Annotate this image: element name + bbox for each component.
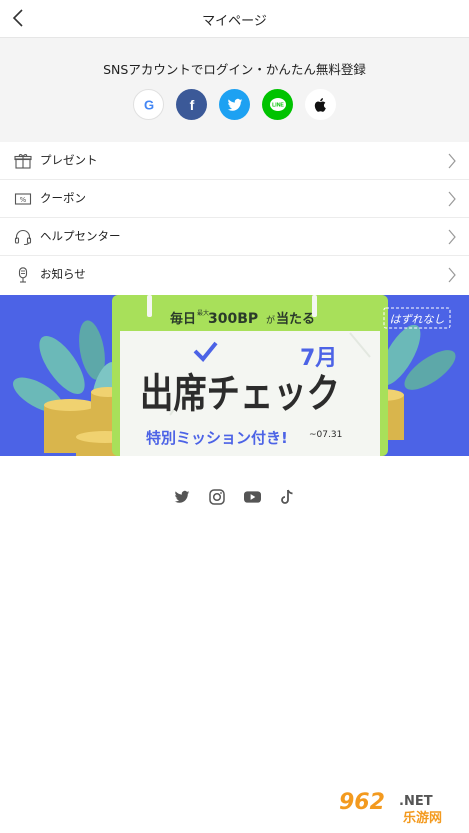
twitter-icon (227, 98, 242, 111)
instagram-icon (209, 488, 225, 505)
sns-login-section: SNSアカウントでログイン・かんたん無料登録 G f LINE (0, 38, 469, 142)
ataru-text: 当たる (276, 311, 315, 327)
apple-icon (314, 97, 326, 112)
reward-amount: 300BP (208, 311, 258, 327)
menu-item-help-center[interactable]: ヘルプセンター (0, 218, 469, 256)
tiktok-link[interactable] (279, 488, 296, 505)
menu-item-present[interactable]: プレゼント (0, 142, 469, 180)
coupon-percent-glyph: % (20, 196, 27, 204)
daily-reward-text: 毎日 最大 300BP が 当たる (170, 309, 315, 327)
watermark-net: .NET (399, 794, 433, 809)
top-bar: マイページ (0, 0, 469, 38)
apple-login-button[interactable] (305, 89, 336, 120)
facebook-login-button[interactable]: f (176, 89, 207, 120)
menu-item-news[interactable]: お知らせ (0, 256, 469, 294)
month-label: 7月 (300, 346, 337, 371)
sns-login-title: SNSアカウントでログイン・かんたん無料登録 (103, 62, 366, 77)
google-icon: G (143, 97, 153, 112)
line-login-button[interactable]: LINE (262, 89, 293, 120)
microphone-icon (18, 267, 28, 283)
site-watermark-logo: 962 .NET 乐游网 (335, 787, 463, 827)
social-links-row (0, 488, 469, 510)
tiktok-icon (281, 489, 293, 504)
line-glyph: LINE (272, 102, 284, 108)
menu-label-news: お知らせ (40, 267, 86, 281)
headset-icon (14, 229, 32, 245)
watermark-number: 962 (339, 790, 385, 815)
twitter-link[interactable] (174, 488, 191, 505)
youtube-icon (243, 490, 261, 503)
twitter-login-button[interactable] (219, 89, 250, 120)
coupon-icon: % (14, 193, 32, 205)
google-login-button[interactable]: G (133, 89, 164, 120)
gift-icon (14, 154, 32, 169)
menu-label-coupon: クーポン (40, 191, 86, 205)
chevron-right-icon (448, 229, 456, 245)
watermark-chinese: 乐游网 (403, 810, 442, 826)
chevron-right-icon (448, 191, 456, 207)
youtube-link[interactable] (243, 488, 261, 505)
google-glyph: G (143, 97, 153, 112)
menu-label-present: プレゼント (40, 153, 98, 167)
no-miss-text: はずれなし (390, 313, 445, 326)
twitter-icon (174, 490, 190, 503)
attendance-check-title: 出席チェック (140, 371, 340, 417)
end-date: ~07.31 (309, 430, 342, 440)
facebook-glyph: f (189, 97, 194, 113)
page-title: マイページ (202, 14, 267, 29)
special-mission-text: 特別ミッション付き! (146, 429, 288, 447)
menu-list: プレゼント % クーポン ヘルプセンター お知らせ (0, 142, 469, 294)
attendance-campaign-banner[interactable]: はずれなし 毎日 最大 300BP が 当たる 出席チェック 7月 特別ミッショ… (0, 295, 469, 456)
facebook-icon: f (189, 97, 194, 113)
instagram-link[interactable] (209, 488, 226, 505)
ga-text: が (266, 314, 275, 326)
menu-item-coupon[interactable]: % クーポン (0, 180, 469, 218)
banner-artwork: はずれなし 毎日 最大 300BP が 当たる 出席チェック 7月 特別ミッショ… (0, 295, 469, 456)
sns-button-row: G f LINE (0, 89, 469, 121)
chevron-right-icon (448, 153, 456, 169)
menu-label-help-center: ヘルプセンター (40, 229, 121, 243)
daily-text: 毎日 (170, 311, 196, 327)
chevron-right-icon (448, 267, 456, 283)
line-icon: LINE (269, 97, 286, 111)
